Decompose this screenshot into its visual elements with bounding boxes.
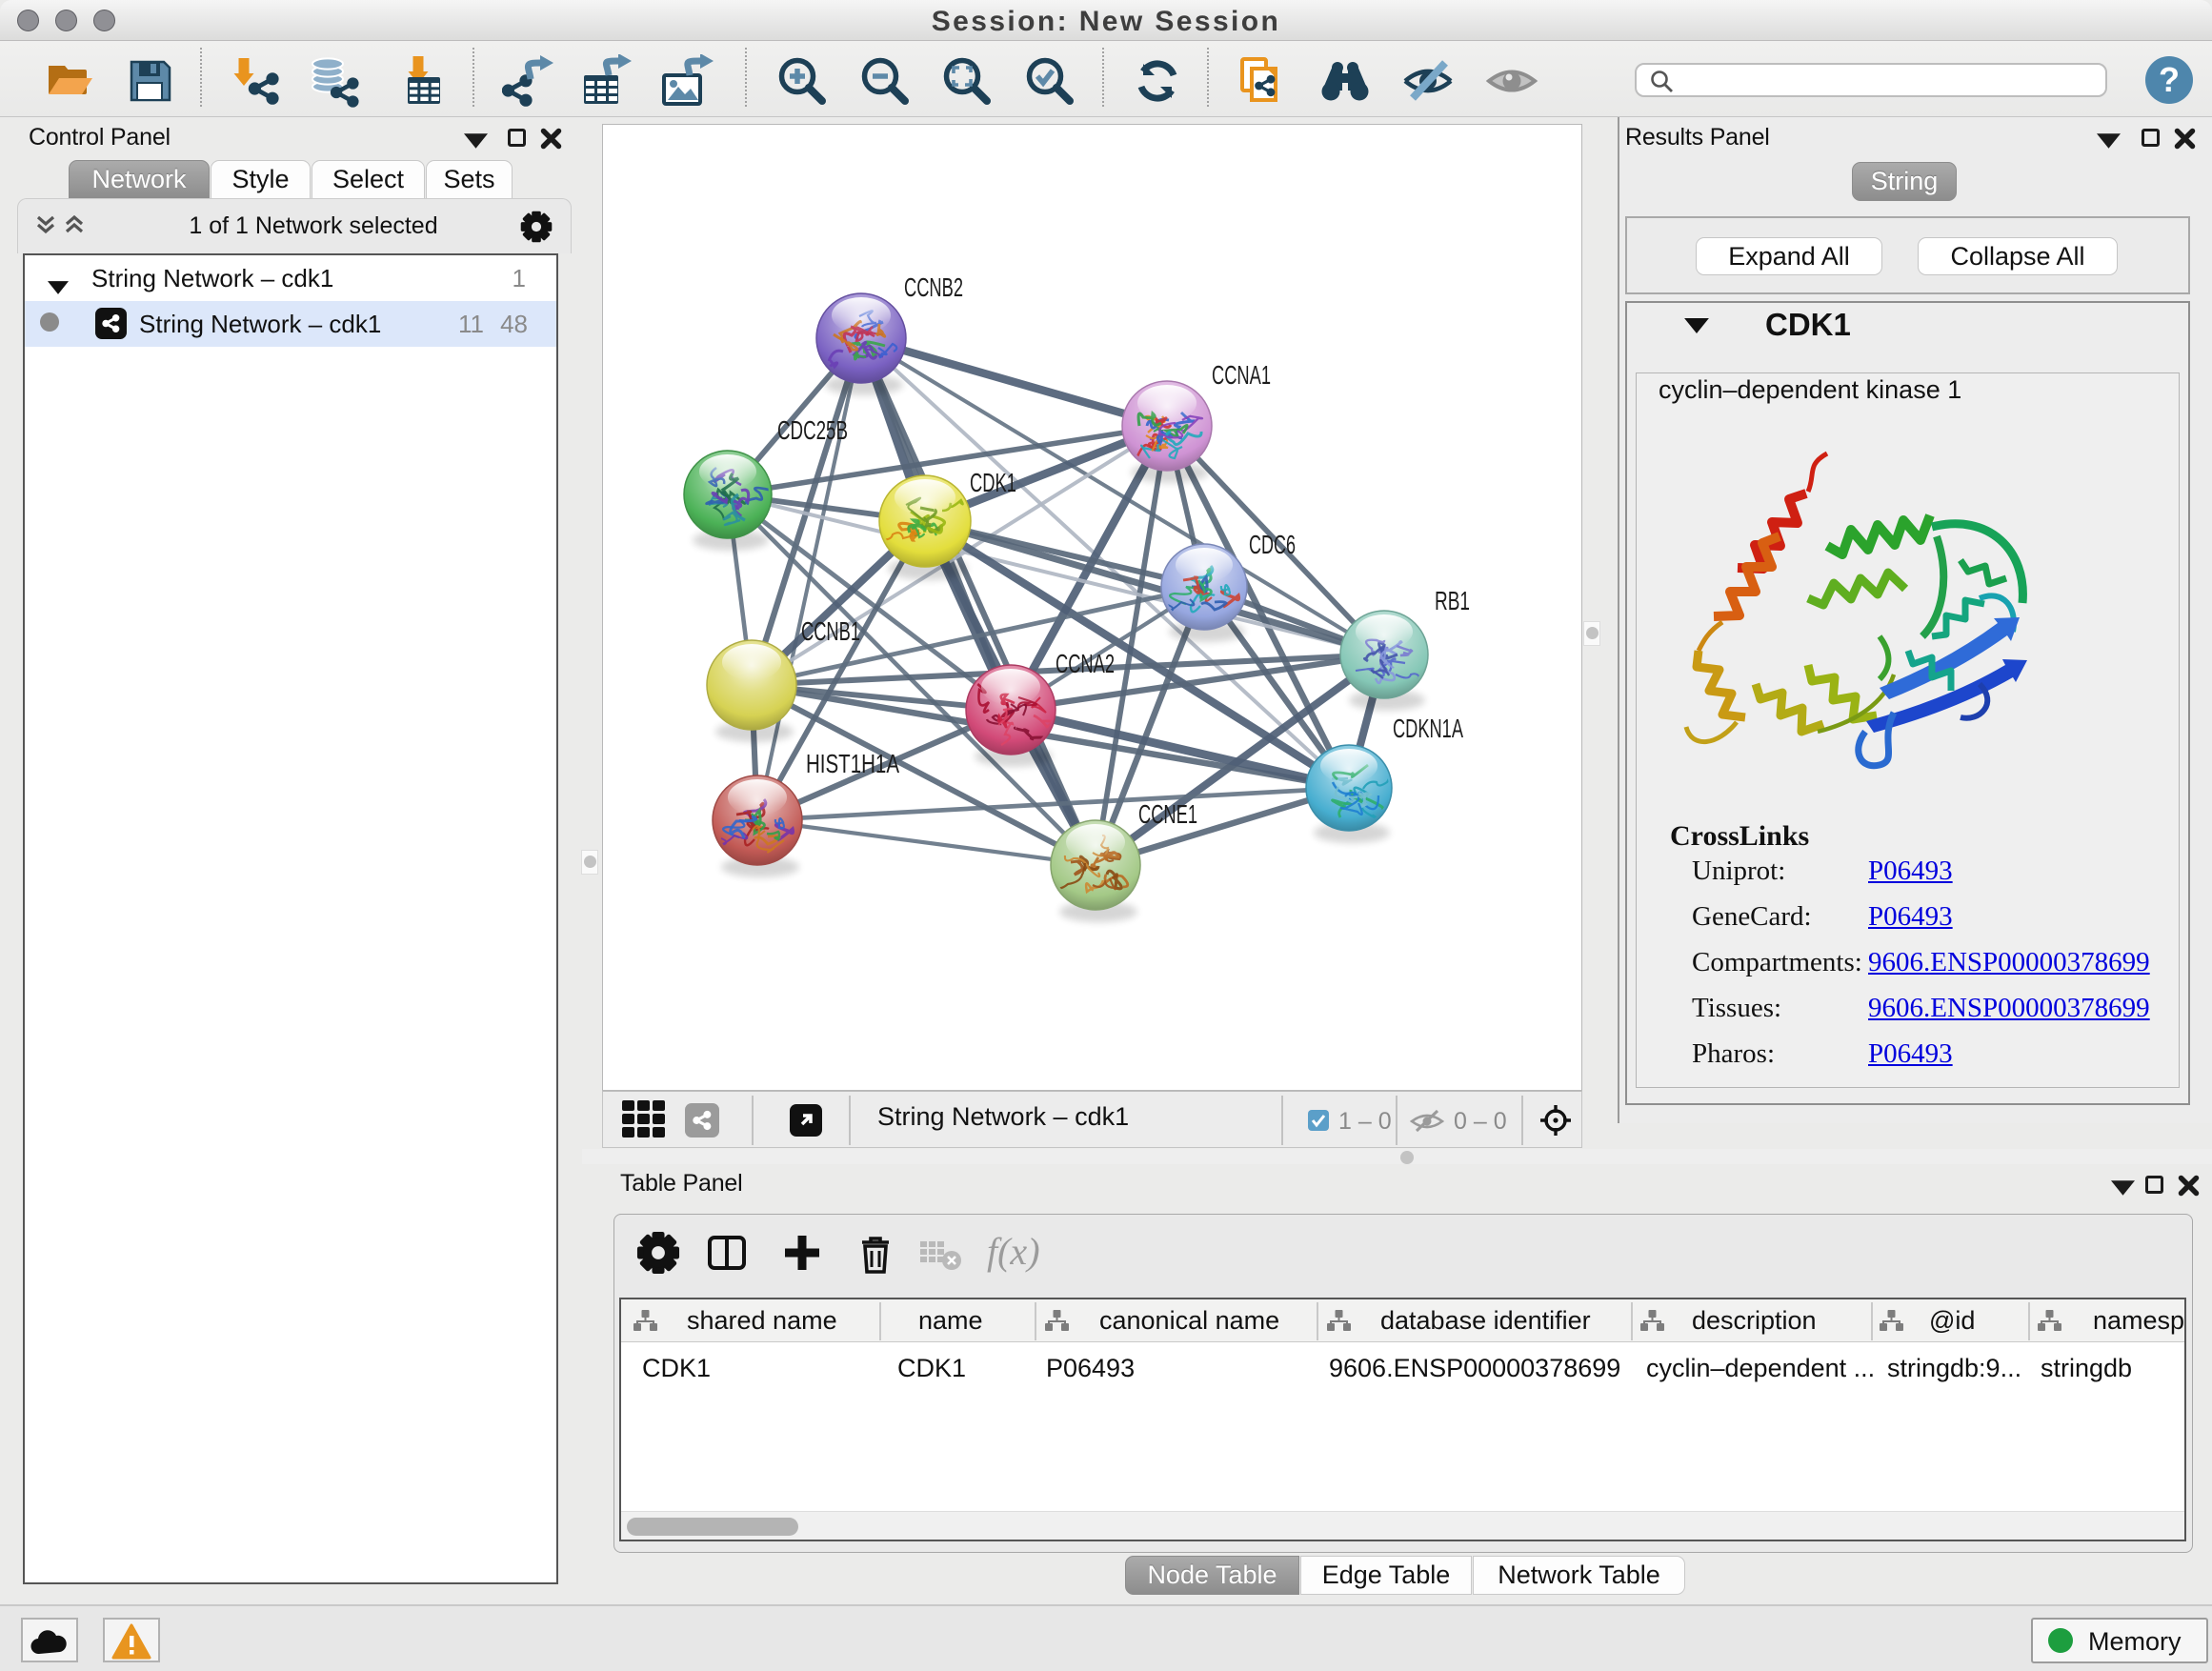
svg-text:CCNA2: CCNA2 bbox=[1056, 649, 1115, 678]
svg-text:CCNA1: CCNA1 bbox=[1212, 360, 1271, 390]
svg-text:CCNE1: CCNE1 bbox=[1138, 799, 1197, 829]
svg-text:HIST1H1A: HIST1H1A bbox=[806, 749, 899, 778]
svg-text:CDC6: CDC6 bbox=[1249, 530, 1296, 559]
svg-text:CDK1: CDK1 bbox=[970, 468, 1016, 497]
svg-text:RB1: RB1 bbox=[1435, 586, 1470, 615]
svg-text:CDC25B: CDC25B bbox=[777, 415, 848, 445]
svg-text:CCNB1: CCNB1 bbox=[801, 616, 860, 646]
svg-text:CCNB2: CCNB2 bbox=[904, 272, 963, 302]
svg-text:CDKN1A: CDKN1A bbox=[1393, 714, 1463, 743]
